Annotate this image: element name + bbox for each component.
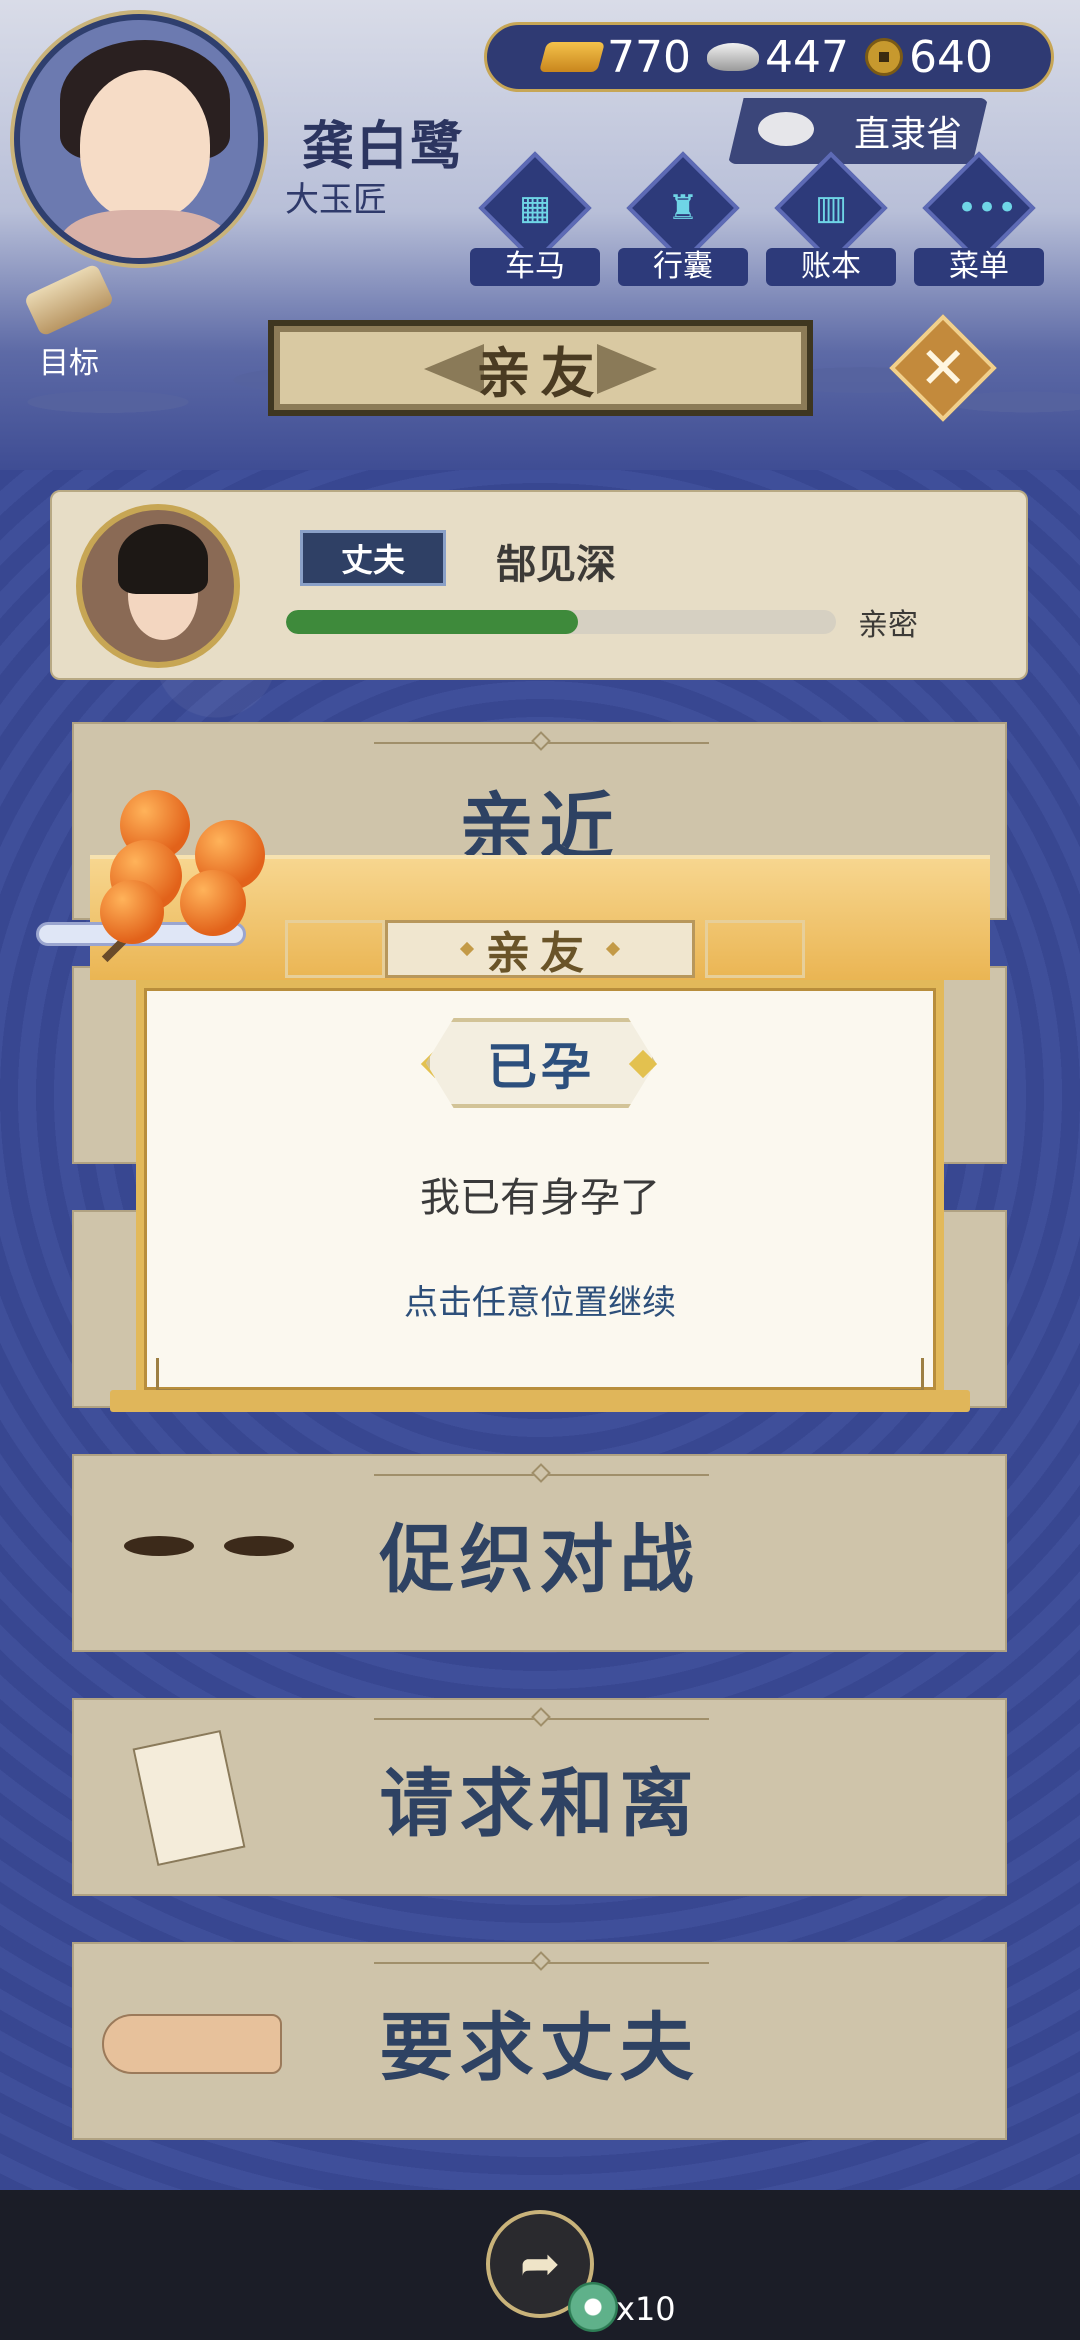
bag-button[interactable]: ♜ 行囊	[618, 151, 748, 288]
dialog-title-side-right	[705, 920, 805, 978]
status-badge: 已孕	[426, 1018, 656, 1108]
action-cricket-fight-button[interactable]: 促织对战	[72, 1454, 1007, 1652]
dialog-corner-ornament	[156, 1358, 190, 1392]
menu-label: 菜单	[914, 248, 1044, 286]
spouse-role-tag: 丈夫	[300, 530, 446, 586]
divider-ornament	[531, 1951, 551, 1971]
player-name: 龚白鹭	[302, 117, 465, 177]
goal-button[interactable]: 目标	[14, 263, 124, 381]
player-title: 大玉匠	[285, 180, 387, 220]
avatar-face	[80, 70, 210, 220]
divider-ornament	[531, 1707, 551, 1727]
coin-resource[interactable]: 640	[864, 31, 993, 83]
copper-coin-icon	[864, 38, 903, 76]
action-divorce-label: 请求和离	[379, 1760, 700, 1847]
cricket-icon	[124, 1536, 324, 1560]
ledger-button[interactable]: ▥ 账本	[766, 151, 896, 288]
carriage-button[interactable]: ▦ 车马	[470, 151, 600, 288]
divider-ornament	[531, 1463, 551, 1483]
region-icon	[758, 112, 814, 146]
spouse-avatar	[76, 504, 240, 668]
intimacy-label: 亲密	[858, 608, 918, 643]
action-demand-husband-button[interactable]: 要求丈夫	[72, 1942, 1007, 2140]
goal-label: 目标	[39, 346, 99, 381]
resource-bar: 770 447 640	[484, 22, 1054, 92]
spouse-card[interactable]: 丈夫 郜见深 亲密	[50, 490, 1028, 680]
coin-value: 640	[908, 31, 993, 83]
region-label: 直隶省	[853, 114, 962, 155]
page-title-bar: 亲友	[268, 320, 813, 416]
dialog-base	[110, 1390, 970, 1412]
title-ornament-left	[459, 941, 475, 957]
jade-disc-icon	[568, 2282, 618, 2332]
dialog-message: 我已有身孕了	[420, 1175, 660, 1221]
intimacy-bar	[286, 610, 836, 634]
spouse-hair	[118, 524, 208, 594]
spouse-name: 郜见深	[496, 542, 616, 588]
player-avatar[interactable]	[14, 14, 264, 264]
haw-fruit-icon	[180, 870, 246, 936]
title-chevron-right	[597, 344, 657, 394]
close-icon: ✕	[918, 334, 968, 403]
dialog-continue-hint[interactable]: 点击任意位置继续	[136, 1275, 944, 1324]
ledger-icon: ▥	[814, 188, 848, 228]
dialog-title-side-left	[285, 920, 385, 978]
dialog-title: 亲友	[486, 928, 594, 979]
divider-ornament	[531, 731, 551, 751]
pointing-hand-icon	[102, 2014, 282, 2074]
status-text: 已孕	[487, 1038, 595, 1096]
action-cricket-fight-label: 促织对战	[379, 1516, 700, 1603]
avatar-body	[60, 210, 230, 258]
title-ornament-right	[605, 941, 621, 957]
ledger-label: 账本	[766, 248, 896, 286]
gold-value: 770	[607, 31, 691, 83]
carriage-label: 车马	[470, 248, 600, 286]
share-icon: ➦	[519, 2236, 561, 2292]
carriage-icon: ▦	[518, 188, 552, 228]
dialog-corner-ornament	[890, 1358, 924, 1392]
bag-label: 行囊	[618, 248, 748, 286]
region-button[interactable]: 直隶省	[728, 98, 988, 164]
gold-resource[interactable]: 770	[538, 31, 691, 83]
silver-value: 447	[764, 31, 849, 83]
menu-icon: •••	[957, 188, 1018, 228]
bag-icon: ♜	[667, 188, 699, 228]
divorce-letter-icon	[132, 1729, 246, 1867]
action-demand-husband-label: 要求丈夫	[379, 2004, 700, 2091]
silver-resource[interactable]: 447	[706, 31, 849, 83]
page-title: 亲友	[476, 341, 605, 405]
reward-count: x10	[616, 2290, 676, 2328]
silver-ingot-icon	[706, 43, 759, 71]
action-divorce-button[interactable]: 请求和离	[72, 1698, 1007, 1896]
title-chevron-left	[424, 344, 484, 394]
menu-button[interactable]: ••• 菜单	[914, 151, 1044, 288]
gold-ingot-icon	[538, 42, 606, 72]
intimacy-bar-fill	[286, 610, 578, 634]
haw-fruit-icon	[100, 880, 164, 944]
dialog-title-plate: 亲友	[385, 920, 695, 979]
